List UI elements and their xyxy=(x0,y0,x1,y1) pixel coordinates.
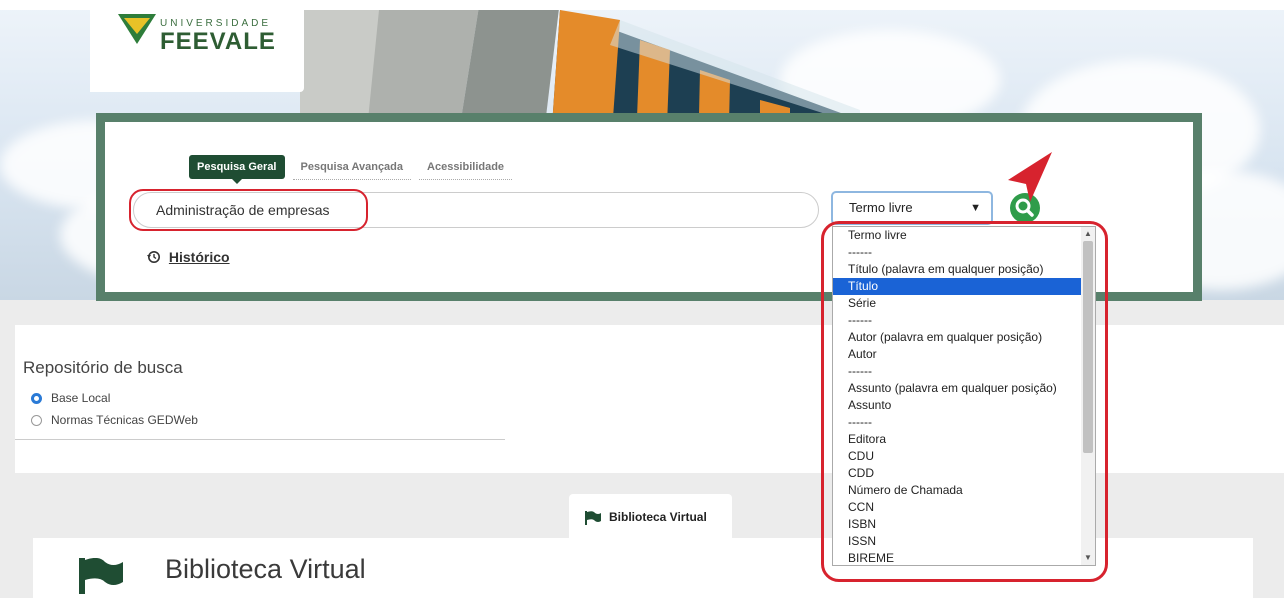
dropdown-annotation-outline xyxy=(821,221,1108,582)
tab-pesquisa-geral[interactable]: Pesquisa Geral xyxy=(189,155,285,184)
arrow-annotation-icon xyxy=(1008,152,1052,202)
flag-icon xyxy=(79,558,123,594)
divider xyxy=(15,439,505,440)
virtual-library-title: Biblioteca Virtual xyxy=(165,554,366,584)
search-field-select[interactable]: Termo livre ▼ xyxy=(831,191,993,225)
history-label: Histórico xyxy=(168,249,230,265)
radio-label: Normas Técnicas GEDWeb xyxy=(51,413,198,427)
repository-title: Repositório de busca xyxy=(23,358,183,377)
radio-base-local[interactable]: Base Local xyxy=(31,391,110,405)
radio-checked-icon[interactable] xyxy=(31,392,42,404)
history-link[interactable]: Histórico xyxy=(147,249,230,265)
logo[interactable]: UNIVERSIDADE FEEVALE xyxy=(90,0,304,92)
history-icon xyxy=(147,251,160,263)
radio-normas-tecnicas[interactable]: Normas Técnicas GEDWeb xyxy=(31,413,198,427)
tab-pesquisa-avancada[interactable]: Pesquisa Avançada xyxy=(292,155,412,180)
feevale-logo-icon xyxy=(118,14,156,44)
chevron-down-icon: ▼ xyxy=(970,202,981,214)
tab-biblioteca-virtual[interactable]: Biblioteca Virtual xyxy=(569,494,732,540)
logo-big-text: FEEVALE xyxy=(160,28,276,55)
tab-label: Biblioteca Virtual xyxy=(609,510,707,524)
radio-unchecked-icon[interactable] xyxy=(31,414,42,426)
radio-label: Base Local xyxy=(51,391,111,405)
search-tabs: Pesquisa Geral Pesquisa Avançada Acessib… xyxy=(189,155,520,184)
flag-icon xyxy=(585,511,601,525)
select-value: Termo livre xyxy=(849,200,913,215)
tab-acessibilidade[interactable]: Acessibilidade xyxy=(419,155,513,180)
input-annotation-outline xyxy=(129,189,368,231)
